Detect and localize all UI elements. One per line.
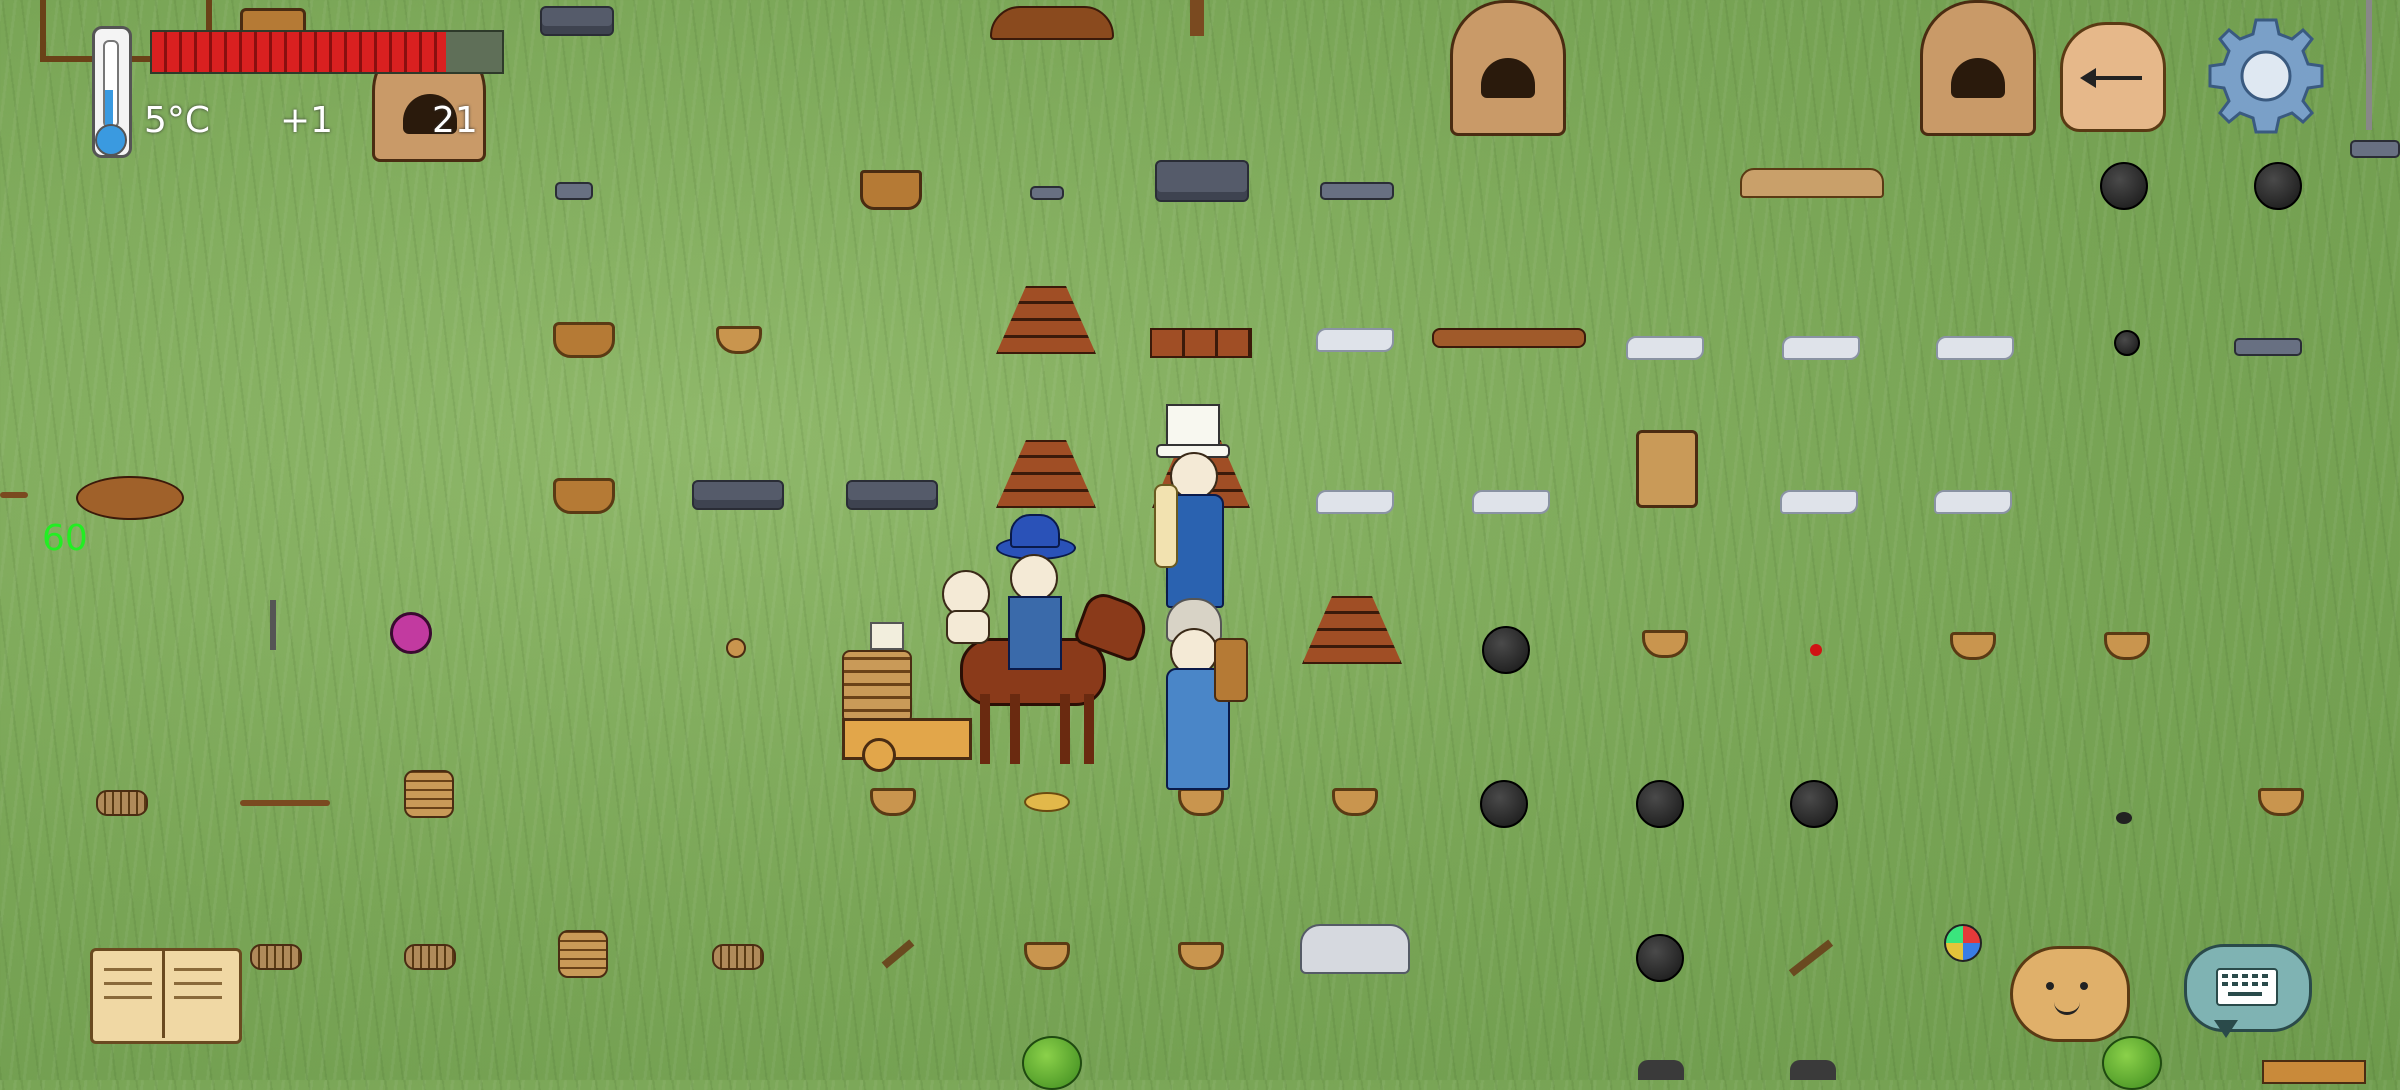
firewood-pile[interactable] (990, 6, 1114, 40)
crate[interactable] (2262, 1060, 2366, 1084)
keyboard-chat-icon[interactable] (2184, 944, 2312, 1046)
charcoal[interactable] (2114, 330, 2140, 356)
iron-post[interactable] (270, 600, 276, 650)
pinwheel[interactable] (1944, 924, 1982, 962)
food-bonus: +1 (280, 100, 334, 141)
rope[interactable] (250, 944, 302, 970)
clay-bowl[interactable] (1024, 942, 1070, 970)
tech-tree-book-icon[interactable] (90, 942, 242, 1044)
hammer[interactable] (1788, 939, 1834, 977)
flat-rocks[interactable] (1316, 490, 1394, 514)
clay-bowl[interactable] (1950, 632, 1996, 660)
hand-cart[interactable] (842, 622, 972, 772)
clay-bowl[interactable] (1332, 788, 1378, 816)
pinwheel-toy[interactable] (390, 612, 432, 654)
gooseberry[interactable] (1810, 644, 1822, 656)
charcoal[interactable] (2254, 162, 2302, 210)
flat-rocks[interactable] (1780, 490, 1858, 514)
arrow[interactable] (0, 492, 28, 498)
adobe-brick-stack[interactable] (996, 440, 1096, 508)
potted-plant[interactable] (860, 170, 922, 210)
stone[interactable] (555, 182, 593, 200)
age-readout: 21 (432, 100, 478, 141)
charcoal[interactable] (1480, 780, 1528, 828)
anvil[interactable] (1790, 1060, 1836, 1080)
thermometer-icon (84, 26, 136, 158)
flat-rocks[interactable] (1472, 490, 1550, 514)
anvil[interactable] (1638, 1060, 1684, 1080)
sapling[interactable] (1190, 0, 1204, 36)
stone-pile[interactable] (540, 6, 614, 36)
charcoal[interactable] (1636, 780, 1684, 828)
adobe-bricks[interactable] (1150, 328, 1252, 358)
gear-icon[interactable] (2204, 14, 2328, 138)
fps-counter: 60 (42, 518, 88, 559)
barrel[interactable] (1636, 430, 1698, 508)
flat-rocks[interactable] (1316, 328, 1394, 352)
bowl-of-food[interactable] (1642, 630, 1688, 658)
adobe-kiln[interactable] (1450, 0, 1566, 136)
stone-pile[interactable] (692, 480, 784, 510)
charcoal[interactable] (1482, 626, 1530, 674)
charcoal[interactable] (1790, 780, 1838, 828)
stone-pile[interactable] (846, 480, 938, 510)
rope[interactable] (404, 944, 456, 970)
rock-pile[interactable] (1740, 168, 1884, 198)
clay-bowl[interactable] (2258, 788, 2304, 816)
stone[interactable] (1030, 186, 1064, 200)
clay-bowl[interactable] (870, 788, 916, 816)
clay-bowl[interactable] (2104, 632, 2150, 660)
food-bar (150, 30, 504, 74)
flat-rocks[interactable] (1782, 336, 1860, 360)
plate-stack[interactable] (404, 770, 454, 818)
bread-loaf[interactable] (1024, 792, 1070, 812)
rider-child[interactable] (942, 570, 990, 644)
berry-bush[interactable] (1022, 1036, 1082, 1090)
basket[interactable] (553, 478, 615, 514)
flat-rocks[interactable] (1626, 336, 1704, 360)
clay-bowl[interactable] (1178, 788, 1224, 816)
lamp-post[interactable] (2366, 0, 2372, 130)
flat-stones[interactable] (1320, 182, 1394, 200)
berry-bush[interactable] (2102, 1036, 2162, 1090)
adobe-kiln[interactable] (1920, 0, 2036, 136)
flat-rocks[interactable] (1936, 336, 2014, 360)
adobe-brick-stack[interactable] (996, 286, 1096, 354)
plate-stack[interactable] (558, 930, 608, 978)
temperature-readout: 5°C (144, 100, 211, 141)
stone[interactable] (2350, 140, 2400, 158)
clay-bowl[interactable] (716, 326, 762, 354)
clay-bowl[interactable] (1178, 942, 1224, 970)
charcoal[interactable] (2100, 162, 2148, 210)
charcoal[interactable] (1636, 934, 1684, 982)
long-shaft[interactable] (240, 800, 330, 806)
flat-rocks[interactable] (1934, 490, 2012, 514)
food-bar-fill (152, 32, 446, 72)
dead-rabbit[interactable] (76, 476, 184, 520)
iron-ore-pile[interactable] (1300, 924, 1410, 974)
sundial-icon[interactable] (2056, 8, 2166, 132)
small-stone[interactable] (726, 638, 746, 658)
rope[interactable] (96, 790, 148, 816)
hatchet[interactable] (881, 939, 915, 969)
stone-pile[interactable] (1155, 160, 1249, 202)
potato-face-emote-icon[interactable] (2010, 946, 2130, 1042)
stone[interactable] (2234, 338, 2302, 356)
adobe-brick-stack[interactable] (1302, 596, 1402, 664)
butt-log[interactable] (1432, 328, 1586, 348)
game-world[interactable] (0, 0, 2400, 1090)
basket[interactable] (553, 322, 615, 358)
small-charcoal[interactable] (2116, 812, 2132, 824)
rope[interactable] (712, 944, 764, 970)
